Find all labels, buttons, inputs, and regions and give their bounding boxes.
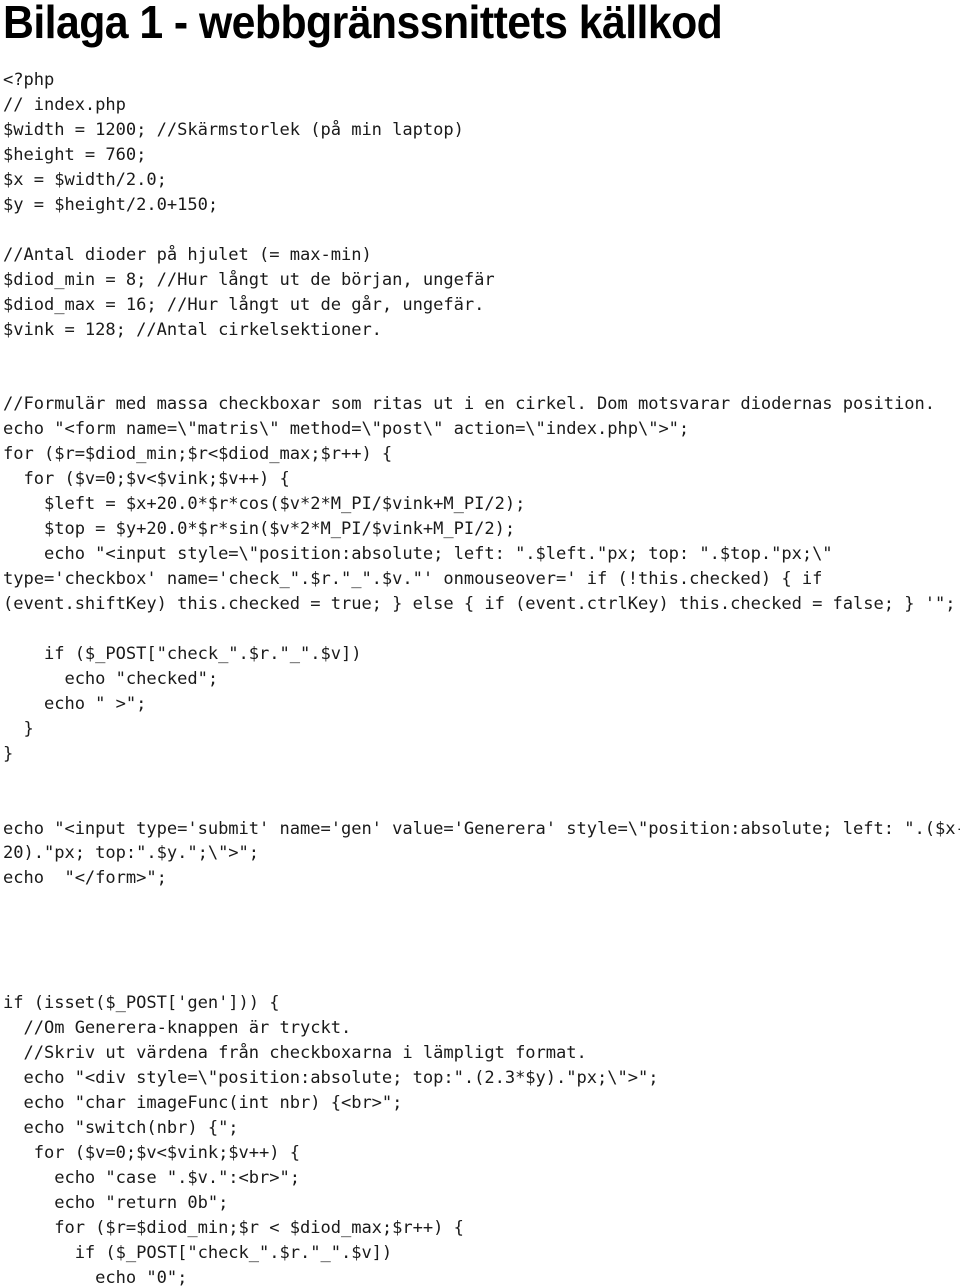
code-line: $diod_max = 16; //Hur långt ut de går, u… (3, 294, 485, 315)
code-line: echo "switch(nbr) {"; (3, 1117, 239, 1138)
code-line: if ($_POST["check_".$r."_".$v]) (3, 1242, 393, 1263)
code-line: echo "<input style=\"position:absolute; … (3, 544, 833, 565)
code-line: $top = $y+20.0*$r*sin($v*2*M_PI/$vink+M_… (3, 519, 516, 540)
code-line: echo "<div style=\"position:absolute; to… (3, 1068, 659, 1088)
code-line: echo "case ".$v.":<br>"; (3, 1167, 300, 1188)
code-line: } (3, 718, 34, 739)
code-line: echo "<input type='submit' name='gen' va… (3, 818, 960, 839)
code-line: $diod_min = 8; //Hur långt ut de början,… (3, 269, 495, 290)
code-line: type='checkbox' name='check_".$r."_".$v.… (3, 569, 823, 589)
code-line: <?php (3, 70, 55, 90)
code-line: $left = $x+20.0*$r*cos($v*2*M_PI/$vink+M… (3, 494, 526, 515)
code-line: if ($_POST["check_".$r."_".$v]) (3, 643, 362, 664)
code-line: for ($r=$diod_min;$r < $diod_max;$r++) { (3, 1217, 464, 1238)
code-line: //Formulär med massa checkboxar som rita… (3, 394, 935, 415)
code-line: //Antal dioder på hjulet (= max-min) (3, 244, 372, 265)
code-line: echo "</form>"; (3, 868, 167, 889)
code-line: } (3, 743, 14, 764)
code-line: $x = $width/2.0; (3, 169, 167, 190)
code-line: echo " >"; (3, 693, 147, 714)
code-line: $height = 760; (3, 144, 147, 165)
code-line: 20)."px; top:".$y.";\">"; (3, 843, 260, 864)
code-line: echo "return 0b"; (3, 1192, 229, 1213)
code-line: $y = $height/2.0+150; (3, 194, 219, 215)
code-line: echo "<form name=\"matris\" method=\"pos… (3, 419, 690, 440)
code-line: $vink = 128; //Antal cirkelsektioner. (3, 319, 382, 340)
code-line: //Skriv ut värdena från checkboxarna i l… (3, 1043, 587, 1064)
code-line: for ($v=0;$v<$vink;$v++) { (3, 469, 290, 490)
code-line: // index.php (3, 94, 126, 115)
code-line: for ($r=$diod_min;$r<$diod_max;$r++) { (3, 444, 393, 465)
code-line: //Om Generera-knappen är tryckt. (3, 1018, 352, 1039)
code-listing: <?php // index.php $width = 1200; //Skär… (0, 0, 960, 1288)
code-line: (event.shiftKey) this.checked = true; } … (3, 593, 956, 614)
code-line: echo "char imageFunc(int nbr) {<br>"; (3, 1092, 403, 1113)
code-line: $width = 1200; //Skärmstorlek (på min la… (3, 119, 464, 140)
code-line: echo "0"; (3, 1267, 188, 1288)
code-line: echo "checked"; (3, 668, 219, 689)
code-line: if (isset($_POST['gen'])) { (3, 993, 280, 1014)
code-line: for ($v=0;$v<$vink;$v++) { (3, 1142, 300, 1163)
